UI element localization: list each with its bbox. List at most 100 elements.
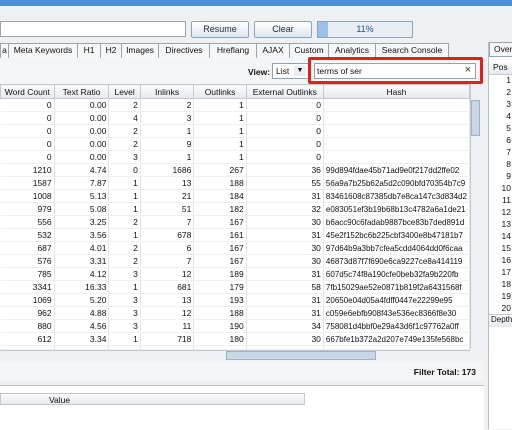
chevron-down-icon[interactable]: ▼: [294, 66, 306, 76]
table-row[interactable]: 1069 5.20 3 13 193 31 20650e04d05a4fdff0447e22…: [0, 293, 470, 307]
table-row[interactable]: 612 3.34 1 718 180 30 667bfe1b372a2d207e749e13…: [0, 332, 470, 346]
tab-overview[interactable]: Overview: [489, 42, 512, 57]
table-cell: 7.87: [54, 176, 110, 190]
tab-meta-keywords[interactable]: Meta Keywords: [8, 43, 78, 58]
table-row[interactable]: 0 0.00 3 1 1 0: [0, 150, 470, 164]
table-cell: 0: [246, 137, 324, 151]
filter-bar: Filter Total: 173: [0, 361, 484, 381]
url-input[interactable]: [0, 21, 186, 37]
column-header[interactable]: Word Count: [0, 84, 55, 99]
tab-images[interactable]: Images: [121, 43, 159, 58]
table-row[interactable]: 3341 16.33 1 681 179 58 7fb15029ae52e0871b819f…: [0, 280, 470, 294]
tab-h2[interactable]: H2: [100, 43, 122, 58]
table-row[interactable]: 532 3.56 1 678 161 31 45e2f152bc6b225cbf3400e8…: [0, 228, 470, 242]
table-row[interactable]: 556 3.25 2 7 167 30 b6acc90c6fadab9887bce83b7d…: [0, 215, 470, 229]
table-cell: 12: [140, 267, 195, 281]
table-cell: 1587: [0, 176, 55, 190]
table-row[interactable]: 687 4.01 2 6 167 30 97d64b9a3bb7cfea5cdd4064dd…: [0, 241, 470, 255]
table-cell: 36: [246, 163, 324, 177]
table-cell: 962: [0, 306, 55, 320]
table-row[interactable]: 6693.032231833144e8dc69907fadac08d361498…: [0, 345, 470, 349]
table-cell: 576: [0, 254, 55, 268]
tab-search-console[interactable]: Search Console: [375, 43, 449, 58]
resume-button[interactable]: Resume: [191, 21, 249, 38]
table-cell: 167: [193, 241, 247, 255]
table-cell: 1069: [0, 293, 55, 307]
tab-ajax[interactable]: AJAX: [256, 43, 290, 58]
table-cell: 880: [0, 319, 55, 333]
table-cell: [323, 111, 470, 125]
position-number: 12: [501, 207, 511, 217]
table-row[interactable]: 0 0.00 2 1 1 0: [0, 124, 470, 138]
table-cell: 193: [193, 293, 247, 307]
table-cell: 11: [140, 319, 195, 333]
table-cell: 612: [0, 332, 55, 346]
table-cell: 0: [246, 150, 324, 164]
table-row[interactable]: 880 4.56 3 11 190 34 758081d4bbf0e29a43d6f1c97…: [0, 319, 470, 333]
table-row[interactable]: 785 4.12 3 12 189 31 607d5c74f8a190cfe0beb32fa…: [0, 267, 470, 281]
column-header[interactable]: Level: [108, 84, 141, 99]
tab-hreflang[interactable]: Hreflang: [209, 43, 257, 58]
tab-h1[interactable]: H1: [77, 43, 101, 58]
table-cell: 7: [140, 254, 195, 268]
table-cell: 13: [140, 293, 195, 307]
table-cell: 31: [246, 345, 324, 349]
table-cell: 2: [108, 345, 141, 349]
table-cell: c059e6ebfb908f43e536ec8366f8e30: [323, 306, 470, 320]
table-cell: 3.25: [54, 215, 110, 229]
table-cell: 667bfe1b372a2d207e749e135fe568bc: [323, 332, 470, 346]
table-cell: 3: [108, 150, 141, 164]
tab-custom[interactable]: Custom: [289, 43, 329, 58]
position-number: 4: [506, 111, 511, 121]
table-row[interactable]: 979 5.08 1 51 182 32 e083051ef3b19b68b13c4782a…: [0, 202, 470, 216]
table-cell: 1210: [0, 163, 55, 177]
column-header[interactable]: External Outlinks: [245, 84, 324, 99]
position-number: 15: [501, 243, 511, 253]
table-cell: 188: [193, 306, 247, 320]
table-cell: 5.20: [54, 293, 110, 307]
table-cell: 718: [140, 332, 195, 346]
tab-analytics[interactable]: Analytics: [328, 43, 376, 58]
position-number: 3: [506, 99, 511, 109]
column-header[interactable]: Outlinks: [193, 84, 247, 99]
table-cell: 30: [246, 241, 324, 255]
table-cell: [323, 98, 470, 112]
table-cell: 3: [108, 293, 141, 307]
position-number: 18: [501, 279, 511, 289]
table-cell: 30: [246, 215, 324, 229]
table-cell: 5.13: [54, 189, 110, 203]
table-cell: 23: [140, 345, 195, 349]
table-cell: 12: [140, 306, 195, 320]
position-number: 5: [506, 123, 511, 133]
title-bar: [0, 0, 512, 6]
table-row[interactable]: 1587 7.87 1 13 188 55 56a9a7b25b62a5d2c090bfd7…: [0, 176, 470, 190]
table-row[interactable]: 1210 4.74 0 1686 267 36 99d894fdae45b71ad9e0f2…: [0, 163, 470, 177]
table-row[interactable]: 1008 5.13 1 21 184 31 83461608c87385db7e8ca147…: [0, 189, 470, 203]
table-cell: 1: [108, 176, 141, 190]
column-header[interactable]: Hash: [322, 84, 470, 99]
table-row[interactable]: 0 0.00 2 2 1 0: [0, 98, 470, 112]
table-cell: 3.56: [54, 228, 110, 242]
column-header[interactable]: Text Ratio: [53, 84, 110, 99]
table-row[interactable]: 962 4.88 3 12 188 31 c059e6ebfb908f43e536ec836…: [0, 306, 470, 320]
vertical-scroll-thumb[interactable]: [471, 100, 480, 136]
view-select[interactable]: List ▼: [272, 63, 309, 79]
tab-directives[interactable]: Directives: [158, 43, 210, 58]
table-cell: 31: [246, 306, 324, 320]
table-cell: 678: [140, 228, 195, 242]
position-number: 16: [501, 255, 511, 265]
table-cell: 687: [0, 241, 55, 255]
table-cell: 0.00: [54, 124, 110, 138]
table-cell: 46873d87f7f690e6ca9227ce8a414119: [323, 254, 470, 268]
table-cell: 45e2f152bc6b225cbf3400e8b47181b7: [323, 228, 470, 242]
table-cell: 1: [193, 150, 247, 164]
column-header[interactable]: Inlinks: [139, 84, 195, 99]
table-row[interactable]: 0 0.00 2 9 1 0: [0, 137, 470, 151]
table-cell: 4.56: [54, 319, 110, 333]
horizontal-scroll-thumb[interactable]: [226, 351, 376, 360]
table-row[interactable]: 576 3.31 2 7 167 30 46873d87f7f690e6ca9227ce8a…: [0, 254, 470, 268]
clear-button[interactable]: Clear: [254, 21, 312, 38]
table-cell: 0.00: [54, 137, 110, 151]
table-cell: 34: [246, 319, 324, 333]
table-row[interactable]: 0 0.00 4 3 1 0: [0, 111, 470, 125]
